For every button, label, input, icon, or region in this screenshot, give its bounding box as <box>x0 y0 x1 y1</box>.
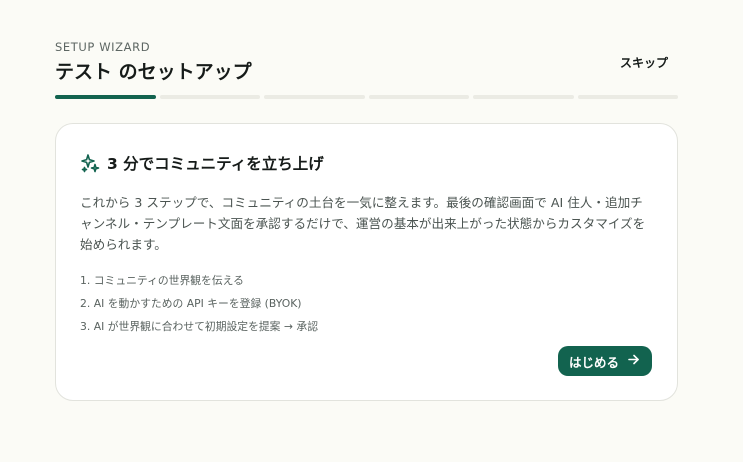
progress-segment-5 <box>473 95 574 99</box>
page-title: テスト のセットアップ <box>55 61 252 83</box>
start-button[interactable]: はじめる <box>557 346 652 376</box>
progress-segment-1 <box>55 95 156 99</box>
wizard-eyebrow: SETUP WIZARD <box>55 40 151 54</box>
card-description: これから 3 ステップで、コミュニティの土台を一気に整えます。最後の確認画面で … <box>80 195 646 252</box>
progress-segment-3 <box>264 95 365 99</box>
card-header: 3 分でコミュニティを立ち上げ <box>80 152 324 174</box>
steps-list: 1. コミュニティの世界観を伝える 2. AI を動かすための API キーを登… <box>80 269 318 338</box>
progress-segment-6 <box>577 95 678 99</box>
progress-segment-4 <box>368 95 469 99</box>
step-item: 3. AI が世界観に合わせて初期設定を提案 → 承認 <box>80 320 318 333</box>
card-title: 3 分でコミュニティを立ち上げ <box>107 155 324 173</box>
step-item: 1. コミュニティの世界観を伝える <box>80 274 244 287</box>
start-button-label: はじめる <box>568 354 619 370</box>
arrow-right-icon <box>627 353 640 369</box>
intro-card: 3 分でコミュニティを立ち上げ これから 3 ステップで、コミュニティの土台を一… <box>55 123 678 401</box>
skip-button[interactable]: スキップ <box>620 52 668 73</box>
progress-segment-2 <box>159 95 260 99</box>
step-item: 2. AI を動かすための API キーを登録 (BYOK) <box>80 297 302 310</box>
progress-bar <box>55 95 678 99</box>
sparkle-icon <box>80 153 100 173</box>
